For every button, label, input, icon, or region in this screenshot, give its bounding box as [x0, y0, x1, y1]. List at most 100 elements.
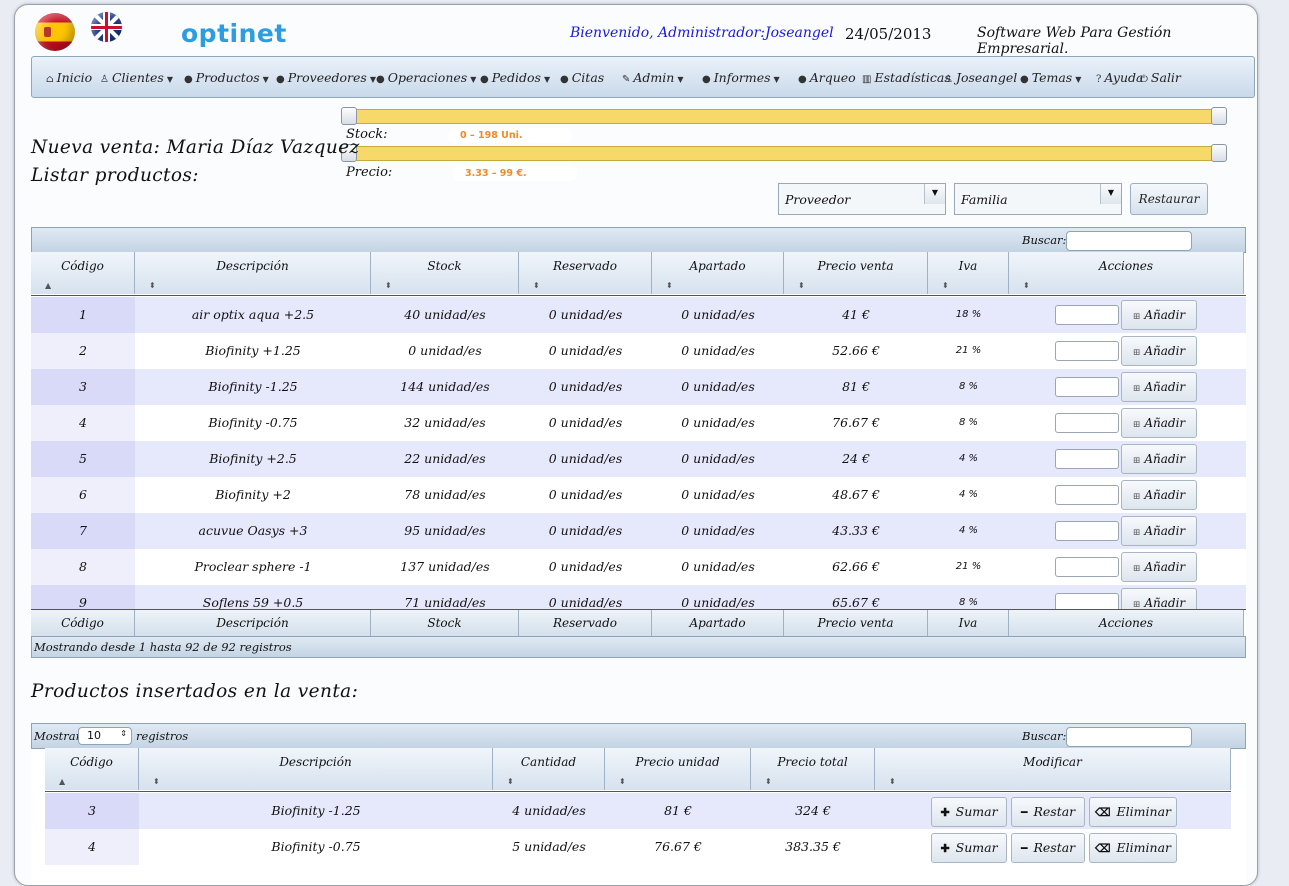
sumar-button[interactable]: ✚ Sumar — [931, 797, 1007, 827]
nav-proveedores[interactable]: ● Proveedores ▼ — [276, 70, 376, 85]
table-row[interactable]: 4 Biofinity -0.75 32 unidad/es 0 unidad/es 0… — [31, 405, 1246, 441]
col-header[interactable]: Acciones ⬍ — [1009, 252, 1244, 294]
cell-code: 3 — [45, 793, 139, 829]
products-search-input[interactable] — [1066, 231, 1192, 251]
uk-flag-icon[interactable] — [91, 12, 122, 42]
cell-iva: 4 % — [958, 453, 979, 464]
stock-range-slider[interactable] — [349, 109, 1221, 124]
nav-informes[interactable]: ● Informes ▼ — [702, 70, 780, 85]
page-size-value: 10 — [87, 729, 101, 742]
quantity-input[interactable] — [1055, 449, 1119, 469]
nav-productos[interactable]: ● Productos ▼ — [184, 70, 269, 85]
price-range-slider[interactable] — [349, 146, 1221, 161]
nav-estadisticas[interactable]: ▥ Estadísticas — [862, 70, 951, 85]
spain-flag-icon[interactable] — [35, 13, 75, 51]
cell-stock: 22 unidad/es — [404, 451, 486, 466]
nav-arqueo[interactable]: ● Arqueo — [798, 70, 856, 85]
col-header[interactable]: Modificar ⬍ — [875, 748, 1231, 790]
nav-label: Informes — [713, 70, 771, 85]
chevron-down-icon: ▼ — [677, 75, 684, 84]
familia-select[interactable]: Familia ▼ — [954, 183, 1122, 215]
table-row[interactable]: 6 Biofinity +2 78 unidad/es 0 unidad/es 0 un… — [31, 477, 1246, 513]
sort-icon: ⬍ — [889, 777, 896, 786]
table-row[interactable]: 2 Biofinity +1.25 0 unidad/es 0 unidad/es 0 … — [31, 333, 1246, 369]
home-icon: ⌂ — [46, 74, 54, 85]
nav-joseangel[interactable]: ♙ Joseangel — [944, 70, 1017, 85]
table-row[interactable]: 3 Biofinity -1.25 4 unidad/es 81 € 324 € ✚ Sum… — [45, 793, 1231, 829]
add-button[interactable]: ⊞ Añadir — [1121, 516, 1197, 546]
quantity-input[interactable] — [1055, 305, 1119, 325]
table-row[interactable]: 7 acuvue Oasys +3 95 unidad/es 0 unidad/es 0… — [31, 513, 1246, 549]
col-footer: Stock — [371, 610, 519, 636]
nav-clientes[interactable]: ♙ Clientes ▼ — [100, 70, 173, 85]
quantity-input[interactable] — [1055, 557, 1119, 577]
table-row[interactable]: 4 Biofinity -0.75 5 unidad/es 76.67 € 383.35… — [45, 829, 1231, 865]
minus-icon: ━ — [1020, 806, 1028, 819]
restore-button[interactable]: Restaurar — [1130, 183, 1208, 215]
col-header[interactable]: Precio unidad ⬍ — [605, 748, 751, 790]
products-table-body[interactable]: 1 air optix aqua +2.5 40 unidad/es 0 unidad… — [31, 297, 1246, 609]
sort-icon: ⬍ — [666, 281, 673, 290]
add-button[interactable]: ⊞ Añadir — [1121, 444, 1197, 474]
cell-price: 76.67 € — [832, 415, 880, 430]
eliminar-label: Eliminar — [1116, 840, 1171, 855]
add-button[interactable]: ⊞ Añadir — [1121, 408, 1197, 438]
quantity-input[interactable] — [1055, 593, 1119, 609]
sale-search-input[interactable] — [1066, 727, 1192, 747]
quantity-input[interactable] — [1055, 377, 1119, 397]
col-header[interactable]: Código ▲ — [45, 748, 139, 790]
add-button[interactable]: ⊞ Añadir — [1121, 588, 1197, 609]
stock-min-handle[interactable] — [341, 107, 357, 125]
col-header[interactable]: Precio total ⬍ — [751, 748, 875, 790]
col-header[interactable]: Código ▲ — [31, 252, 135, 294]
proveedor-select[interactable]: Proveedor ▼ — [778, 183, 946, 215]
table-row[interactable]: 1 air optix aqua +2.5 40 unidad/es 0 unidad… — [31, 297, 1246, 333]
nav-salir[interactable]: ⏻ Salir — [1140, 70, 1181, 85]
col-header[interactable]: Iva ⬍ — [928, 252, 1009, 294]
trash-icon: ⌫ — [1094, 806, 1111, 819]
cart-icon: ⊞ — [1132, 420, 1141, 430]
stock-max-handle[interactable] — [1211, 107, 1227, 125]
restar-button[interactable]: ━ Restar — [1011, 797, 1085, 827]
page-size-select[interactable]: 10 ⇕ — [78, 727, 132, 745]
nav-citas[interactable]: ● Citas — [560, 70, 604, 85]
nav-temas[interactable]: ● Temas ▼ — [1020, 70, 1081, 85]
cart-icon: ⊞ — [1132, 600, 1141, 609]
cell-stock: 40 unidad/es — [404, 307, 486, 322]
col-header[interactable]: Stock ⬍ — [371, 252, 519, 294]
quantity-input[interactable] — [1055, 341, 1119, 361]
sumar-button[interactable]: ✚ Sumar — [931, 833, 1007, 863]
nav-admin[interactable]: ✎ Admin ▼ — [622, 70, 683, 85]
col-header[interactable]: Descripción ⬍ — [135, 252, 371, 294]
nav-ayuda[interactable]: ? Ayuda — [1096, 70, 1143, 85]
add-button[interactable]: ⊞ Añadir — [1121, 552, 1197, 582]
cell-price: 43.33 € — [832, 523, 880, 538]
nav-pedidos[interactable]: ● Pedidos ▼ — [480, 70, 550, 85]
nav-inicio[interactable]: ⌂ Inicio — [46, 70, 92, 85]
add-button[interactable]: ⊞ Añadir — [1121, 480, 1197, 510]
nav-operaciones[interactable]: ● Operaciones ▼ — [376, 70, 476, 85]
price-max-handle[interactable] — [1211, 144, 1227, 162]
col-header[interactable]: Descripción ⬍ — [139, 748, 493, 790]
sort-icon: ⬍ — [507, 777, 514, 786]
col-header[interactable]: Precio venta ⬍ — [784, 252, 928, 294]
table-row[interactable]: 8 Proclear sphere -1 137 unidad/es 0 unidad… — [31, 549, 1246, 585]
add-button[interactable]: ⊞ Añadir — [1121, 336, 1197, 366]
restar-button[interactable]: ━ Restar — [1011, 833, 1085, 863]
table-row[interactable]: 9 Soflens 59 +0.5 71 unidad/es 0 unidad/es 0… — [31, 585, 1246, 609]
col-header[interactable]: Reservado ⬍ — [519, 252, 652, 294]
quantity-input[interactable] — [1055, 521, 1119, 541]
cell-stock: 144 unidad/es — [400, 379, 490, 394]
cart-icon: ⊞ — [1132, 348, 1141, 358]
eliminar-button[interactable]: ⌫ Eliminar — [1089, 797, 1177, 827]
quantity-input[interactable] — [1055, 485, 1119, 505]
table-row[interactable]: 5 Biofinity +2.5 22 unidad/es 0 unidad/es 0 … — [31, 441, 1246, 477]
eliminar-button[interactable]: ⌫ Eliminar — [1089, 833, 1177, 863]
add-button[interactable]: ⊞ Añadir — [1121, 300, 1197, 330]
cell-desc: air optix aqua +2.5 — [191, 307, 315, 322]
table-row[interactable]: 3 Biofinity -1.25 144 unidad/es 0 unidad/es… — [31, 369, 1246, 405]
col-header[interactable]: Apartado ⬍ — [652, 252, 784, 294]
col-header[interactable]: Cantidad ⬍ — [493, 748, 605, 790]
add-button[interactable]: ⊞ Añadir — [1121, 372, 1197, 402]
quantity-input[interactable] — [1055, 413, 1119, 433]
